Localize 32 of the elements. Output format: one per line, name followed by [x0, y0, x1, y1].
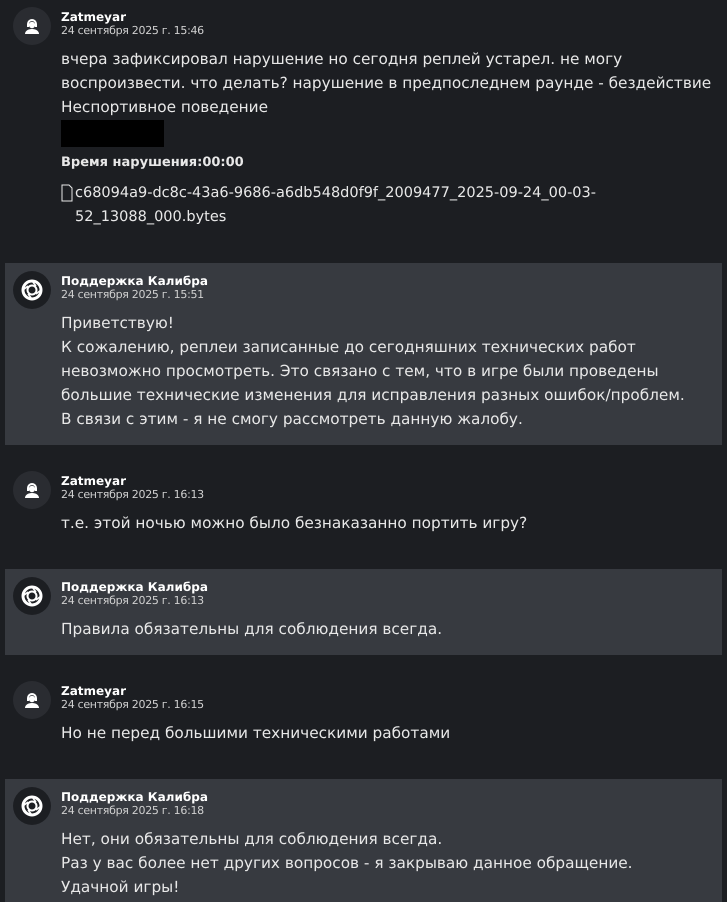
aperture-icon	[20, 278, 44, 302]
message-text: Но не перед большими техническими работами	[61, 723, 452, 744]
message-text: Раз у вас более нет других вопросов - я закрываю данное обращение.	[61, 853, 634, 874]
message-time: 24 сентября 2025 г. 15:46	[61, 24, 205, 37]
aperture-icon	[20, 584, 44, 608]
author-name: Zatmeyar	[61, 10, 128, 24]
message-text: т.е. этой ночью можно было безнаказанно портить игру?	[61, 513, 528, 534]
author-name: Поддержка Калибра	[61, 790, 209, 804]
file-icon	[61, 184, 73, 202]
author-name: Поддержка Калибра	[61, 580, 209, 594]
person-icon	[22, 690, 42, 710]
message-text: Удачной игры!	[61, 877, 180, 898]
violation-time: Время нарушения:00:00	[61, 154, 245, 172]
attachment-link[interactable]: c68094a9-dc8c-43a6-9686-a6db548d0f9f_2009477_2025-09-24_00-03-52_13088_000.bytes	[75, 181, 714, 229]
message-time: 24 сентября 2025 г. 16:13	[61, 594, 205, 607]
message-text: К сожалению, реплеи записанные до сегодняшних технических работ невозможно просмотреть. Это связано с тем, что в игре были проведены большие технические изменения для исправления разных ошибок/проблем.	[61, 337, 686, 406]
aperture-icon	[20, 794, 44, 818]
message-text: Приветствую!	[61, 313, 175, 334]
author-name: Zatmeyar	[61, 474, 128, 488]
person-icon	[22, 16, 42, 36]
message-text: Неспортивное поведение	[61, 97, 270, 118]
message-text: В связи с этим - я не смогу рассмотреть данную жалобу.	[61, 409, 524, 430]
author-name: Zatmeyar	[61, 684, 128, 698]
author-name: Поддержка Калибра	[61, 274, 209, 288]
message-text: Правила обязательны для соблюдения всегда.	[61, 619, 444, 640]
message-time: 24 сентября 2025 г. 15:51	[61, 288, 205, 301]
message-text: вчера зафиксировал нарушение но сегодня реплей устарел. не могу воспроизвести. что делать? нарушение в предпоследнем раунде - бездействие	[61, 49, 712, 94]
message-time: 24 сентября 2025 г. 16:18	[61, 804, 205, 817]
message-time: 24 сентября 2025 г. 16:13	[61, 488, 205, 501]
message-time: 24 сентября 2025 г. 16:15	[61, 698, 205, 711]
person-icon	[22, 480, 42, 500]
message-text: Нет, они обязательны для соблюдения всегда.	[61, 829, 444, 850]
